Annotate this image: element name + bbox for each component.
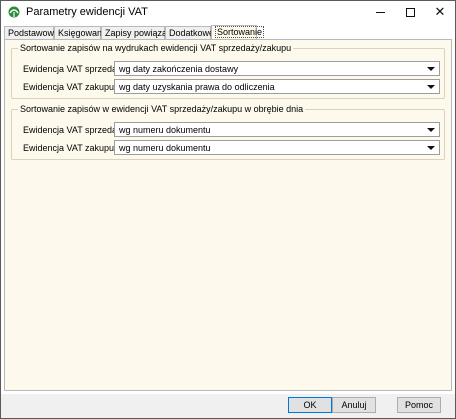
sales-vat-print-sort-select[interactable]: wg daty zakończenia dostawy [114, 61, 440, 76]
close-button[interactable]: ✕ [425, 1, 455, 23]
chevron-down-icon[interactable] [427, 128, 435, 132]
daily-sorting-group: Sortowanie zapisów w ewidencji VAT sprze… [11, 103, 445, 160]
help-button[interactable]: Pomoc [397, 397, 441, 413]
print-sorting-group: Sortowanie zapisów na wydrukach ewidencj… [11, 42, 445, 99]
tab-label: Sortowanie [215, 26, 265, 38]
ok-button[interactable]: OK [288, 397, 332, 413]
tab-zapisy-powiazane[interactable]: Zapisy powiązane [101, 26, 177, 40]
combo-value: wg daty zakończenia dostawy [119, 64, 239, 74]
tab-content-panel: Sortowanie zapisów na wydrukach ewidencj… [4, 39, 452, 391]
app-icon [8, 6, 20, 18]
title-bar[interactable]: Parametry ewidencji VAT ✕ [1, 1, 455, 23]
purchase-vat-label: Ewidencja VAT zakupu: [23, 82, 117, 92]
tab-ksiegowanie[interactable]: Księgowanie [54, 26, 109, 40]
sales-vat-label: Ewidencja VAT sprzedaży: [23, 125, 129, 135]
minimize-icon [375, 11, 385, 13]
close-icon: ✕ [434, 4, 446, 19]
tab-label: Dodatkowe [169, 28, 215, 38]
tab-podstawowe[interactable]: Podstawowe [4, 26, 59, 40]
combo-value: wg daty uzyskania prawa do odliczenia [119, 82, 275, 92]
group-title: Sortowanie zapisów na wydrukach ewidencj… [18, 42, 294, 54]
maximize-button[interactable] [395, 1, 425, 23]
combo-value: wg numeru dokumentu [119, 143, 211, 153]
sales-vat-label: Ewidencja VAT sprzedaży: [23, 64, 129, 74]
group-title: Sortowanie zapisów w ewidencji VAT sprze… [18, 103, 306, 115]
purchase-vat-print-sort-select[interactable]: wg daty uzyskania prawa do odliczenia [114, 79, 440, 94]
tab-label: Podstawowe [8, 28, 60, 38]
chevron-down-icon[interactable] [427, 146, 435, 150]
cancel-button[interactable]: Anuluj [332, 397, 376, 413]
minimize-button[interactable] [365, 1, 395, 23]
window-title: Parametry ewidencji VAT [26, 6, 148, 18]
tab-strip: Podstawowe Księgowanie Zapisy powiązane … [4, 25, 452, 40]
purchase-vat-daily-sort-select[interactable]: wg numeru dokumentu [114, 140, 440, 155]
purchase-vat-label: Ewidencja VAT zakupu: [23, 143, 117, 153]
tab-dodatkowe[interactable]: Dodatkowe [165, 26, 215, 40]
button-bar [1, 394, 455, 418]
chevron-down-icon[interactable] [427, 67, 435, 71]
dialog-window: Parametry ewidencji VAT ✕ Podstawowe Ksi… [0, 0, 456, 419]
combo-value: wg numeru dokumentu [119, 125, 211, 135]
tab-sortowanie[interactable]: Sortowanie [211, 25, 265, 40]
chevron-down-icon[interactable] [427, 85, 435, 89]
maximize-icon [405, 7, 415, 17]
sales-vat-daily-sort-select[interactable]: wg numeru dokumentu [114, 122, 440, 137]
